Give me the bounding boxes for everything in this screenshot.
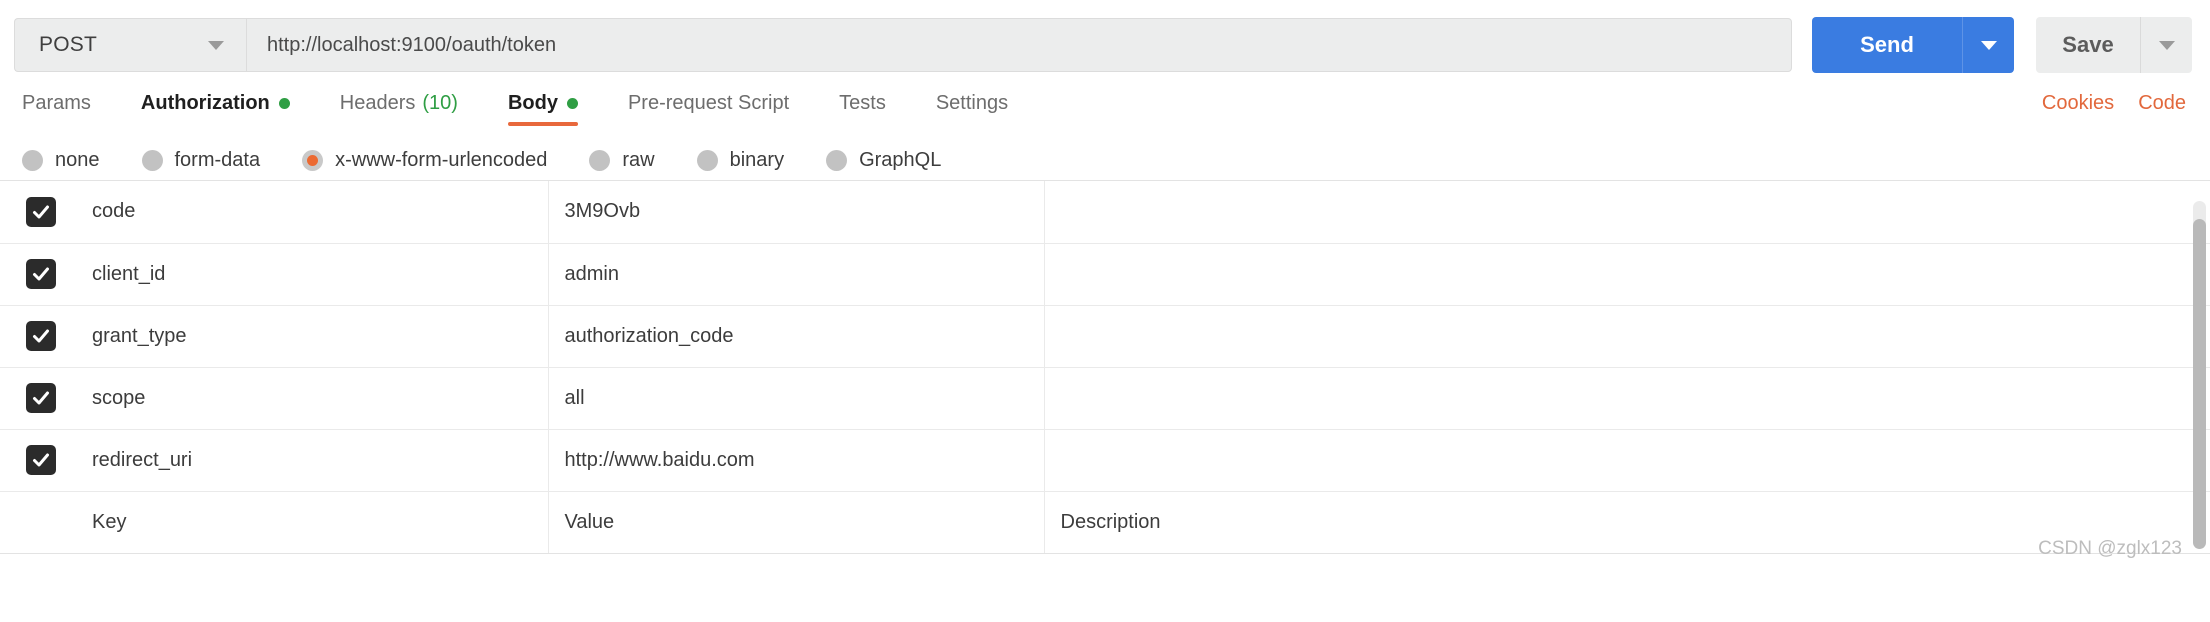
tab-label: Settings — [936, 92, 1008, 115]
tab-settings[interactable]: Settings — [936, 92, 1008, 131]
row-enable-cell — [0, 367, 72, 429]
table-row: scope all — [0, 367, 2210, 429]
param-key-cell[interactable]: code — [72, 181, 548, 243]
tab-tests[interactable]: Tests — [839, 92, 886, 131]
radio-label: x-www-form-urlencoded — [335, 149, 547, 172]
chevron-down-icon — [1981, 41, 1997, 50]
url-text: http://localhost:9100/oauth/token — [267, 34, 556, 57]
param-description-cell[interactable] — [1044, 305, 2210, 367]
row-enable-cell — [0, 181, 72, 243]
radio-icon — [826, 150, 847, 171]
body-type-graphql[interactable]: GraphQL — [826, 149, 941, 172]
save-button[interactable]: Save — [2036, 17, 2140, 73]
code-link[interactable]: Code — [2138, 92, 2186, 115]
save-button-group: Save — [2036, 17, 2192, 73]
body-type-raw[interactable]: raw — [589, 149, 654, 172]
checkbox-checked-icon[interactable] — [26, 197, 56, 227]
param-value-cell[interactable]: 3M9Ovb — [548, 181, 1044, 243]
radio-icon — [22, 150, 43, 171]
checkbox-checked-icon[interactable] — [26, 383, 56, 413]
tab-label: Params — [22, 92, 91, 115]
vertical-scrollbar[interactable] — [2193, 181, 2206, 566]
table-row: code 3M9Ovb — [0, 181, 2210, 243]
param-key-cell[interactable]: scope — [72, 367, 548, 429]
body-type-x-www-form-urlencoded[interactable]: x-www-form-urlencoded — [302, 149, 547, 172]
table-row: client_id admin — [0, 243, 2210, 305]
tab-body[interactable]: Body — [508, 92, 578, 131]
chevron-down-icon — [2159, 41, 2175, 50]
send-options-button[interactable] — [1962, 17, 2014, 73]
param-description-cell[interactable] — [1044, 429, 2210, 491]
tab-params[interactable]: Params — [22, 92, 91, 131]
tab-headers[interactable]: Headers (10) — [340, 92, 458, 131]
param-value-cell[interactable]: all — [548, 367, 1044, 429]
checkbox-checked-icon[interactable] — [26, 321, 56, 351]
http-method-select[interactable]: POST — [14, 18, 246, 72]
body-type-binary[interactable]: binary — [697, 149, 784, 172]
tab-label: Body — [508, 92, 558, 115]
param-description-cell[interactable] — [1044, 243, 2210, 305]
active-tab-indicator — [508, 122, 578, 126]
tab-label: Pre-request Script — [628, 92, 789, 115]
request-bar: POST http://localhost:9100/oauth/token S… — [0, 0, 2210, 78]
http-method-label: POST — [39, 33, 97, 57]
row-enable-cell — [0, 305, 72, 367]
send-button[interactable]: Send — [1812, 17, 1962, 73]
param-value-cell[interactable]: http://www.baidu.com — [548, 429, 1044, 491]
new-param-key-input[interactable]: Key — [72, 491, 548, 553]
cookies-link[interactable]: Cookies — [2042, 92, 2114, 115]
save-options-button[interactable] — [2140, 17, 2192, 73]
new-param-description-input[interactable]: Description — [1044, 491, 2210, 553]
param-value-cell[interactable]: authorization_code — [548, 305, 1044, 367]
headers-count: (10) — [422, 92, 458, 115]
radio-label: binary — [730, 149, 784, 172]
checkbox-checked-icon[interactable] — [26, 259, 56, 289]
radio-icon — [142, 150, 163, 171]
row-enable-cell — [0, 243, 72, 305]
tab-label: Tests — [839, 92, 886, 115]
row-enable-cell-empty — [0, 491, 72, 553]
url-input[interactable]: http://localhost:9100/oauth/token — [246, 18, 1792, 72]
send-button-group: Send — [1812, 17, 2014, 73]
body-type-form-data[interactable]: form-data — [142, 149, 261, 172]
param-key-cell[interactable]: grant_type — [72, 305, 548, 367]
scrollbar-thumb[interactable] — [2193, 219, 2206, 549]
body-type-radio-group: none form-data x-www-form-urlencoded raw… — [0, 134, 2210, 180]
radio-label: form-data — [175, 149, 261, 172]
param-key-cell[interactable]: redirect_uri — [72, 429, 548, 491]
status-dot-icon — [279, 98, 290, 109]
radio-label: raw — [622, 149, 654, 172]
tab-pre-request-script[interactable]: Pre-request Script — [628, 92, 789, 131]
tabs-right-links: Cookies Code — [2042, 92, 2186, 115]
new-param-value-input[interactable]: Value — [548, 491, 1044, 553]
status-dot-icon — [567, 98, 578, 109]
table-row-new: Key Value Description — [0, 491, 2210, 553]
radio-selected-icon — [302, 150, 323, 171]
request-tabs: Params Authorization Headers (10) Body P… — [0, 78, 2210, 134]
table-row: redirect_uri http://www.baidu.com — [0, 429, 2210, 491]
body-type-none[interactable]: none — [22, 149, 100, 172]
radio-icon — [589, 150, 610, 171]
radio-icon — [697, 150, 718, 171]
param-value-cell[interactable]: admin — [548, 243, 1044, 305]
row-enable-cell — [0, 429, 72, 491]
params-table: code 3M9Ovb client_id admin — [0, 181, 2210, 554]
radio-label: GraphQL — [859, 149, 941, 172]
params-table-container: code 3M9Ovb client_id admin — [0, 180, 2210, 566]
tab-authorization[interactable]: Authorization — [141, 92, 290, 131]
param-key-cell[interactable]: client_id — [72, 243, 548, 305]
tab-label: Headers — [340, 92, 416, 115]
param-description-cell[interactable] — [1044, 367, 2210, 429]
checkbox-checked-icon[interactable] — [26, 445, 56, 475]
tab-label: Authorization — [141, 92, 270, 115]
radio-label: none — [55, 149, 100, 172]
table-row: grant_type authorization_code — [0, 305, 2210, 367]
chevron-down-icon — [208, 41, 224, 50]
param-description-cell[interactable] — [1044, 181, 2210, 243]
